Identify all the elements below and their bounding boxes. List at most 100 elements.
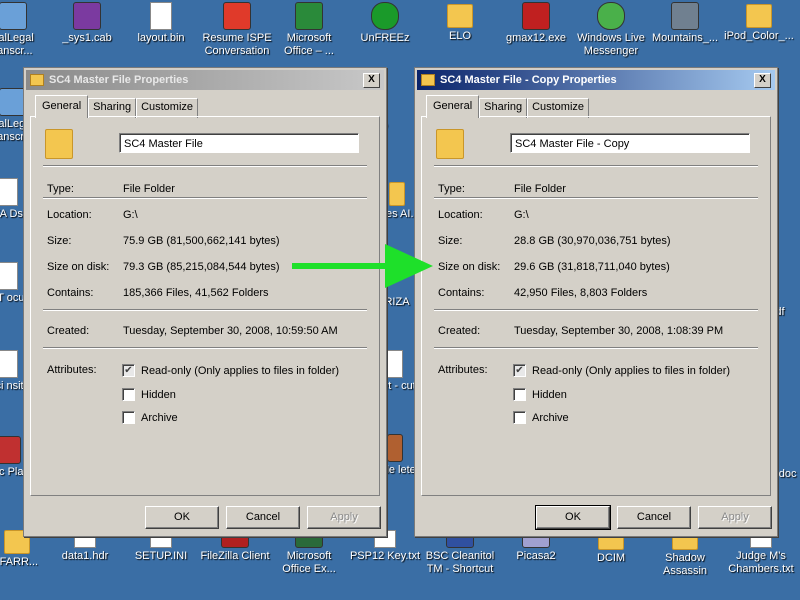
attributes-label: Attributes: (438, 364, 488, 376)
tab-customize[interactable]: Customize (136, 98, 199, 118)
dialog-title: SC4 Master File - Copy Properties (440, 74, 617, 86)
dialog-title: SC4 Master File Properties (49, 74, 189, 86)
cancel-button[interactable]: Cancel (617, 506, 691, 529)
apply-button[interactable]: Apply (307, 506, 381, 529)
desktop-icon[interactable]: Microsoft Office – ... (272, 2, 346, 58)
desktop-icon-label: gmax12.exe (506, 32, 566, 44)
desktop-icon-label: Shadow Assassin (662, 552, 708, 577)
type-label: Type: (438, 183, 465, 195)
readonly-checkbox[interactable]: ✔ (122, 364, 135, 377)
recorder-icon (0, 436, 21, 464)
desktop-icon[interactable]: Shadow Assassin (648, 530, 722, 578)
resume-icon (223, 2, 251, 30)
desktop-icon-label: PSP12 Key.txt (349, 550, 421, 562)
properties-dialog-original[interactable]: SC4 Master File Properties X General Sha… (23, 67, 387, 537)
folder-icon (389, 182, 405, 206)
separator (43, 309, 367, 311)
desktop-icon-label: Microsoft Office – ... (284, 32, 334, 57)
size-on-disk-label: Size on disk: (438, 261, 501, 273)
folder-icon (746, 4, 772, 28)
desktop-icon[interactable]: UnFREEz (348, 2, 422, 45)
location-label: Location: (47, 209, 92, 221)
hidden-label: Hidden (532, 389, 567, 401)
folder-name-input[interactable]: SC4 Master File - Copy (510, 133, 750, 153)
separator (43, 197, 367, 199)
desktop-icon[interactable]: ELO (423, 2, 497, 43)
desktop-icon-label: _sys1.cab (62, 32, 112, 44)
desktop-icon-label: DCIM (596, 552, 626, 564)
desktop-icon-label: ELO (448, 30, 471, 42)
app-icon (387, 434, 403, 462)
desktop-icon[interactable]: Mountains_... (648, 2, 722, 45)
desktop-icon-label: SETUP.INI (134, 550, 188, 562)
readonly-checkbox[interactable]: ✔ (513, 364, 526, 377)
desktop-icon-label: -FARR... (0, 556, 39, 568)
file-icon (0, 178, 18, 206)
gmax-icon (522, 2, 550, 30)
folder-icon (45, 129, 73, 159)
desktop-icon[interactable]: layout.bin (124, 2, 198, 45)
desktop-icon-label: Judge M's Chambers.txt (728, 550, 794, 575)
close-button[interactable]: X (363, 72, 380, 88)
desktop-icon-label: Windows Live Messenger (577, 32, 645, 57)
title-bar[interactable]: SC4 Master File - Copy Properties X (417, 70, 775, 90)
archive-label: Archive (141, 412, 178, 424)
contains-value: 185,366 Files, 41,562 Folders (123, 287, 269, 299)
contains-label: Contains: (438, 287, 485, 299)
file-icon (150, 2, 172, 30)
messenger-icon (597, 2, 625, 30)
annotation-arrow-shaft (292, 263, 398, 269)
desktop-icon[interactable]: _sys1.cab (50, 2, 124, 45)
desktop-icon-label: data1.hdr (61, 550, 109, 562)
unfreez-icon (371, 2, 399, 30)
folder-icon (447, 4, 473, 28)
separator (434, 347, 758, 349)
location-value: G:\ (514, 209, 529, 221)
ok-button[interactable]: OK (535, 505, 611, 530)
tab-sharing[interactable]: Sharing (479, 98, 528, 118)
desktop-icon-label: Picasa2 (516, 550, 556, 562)
desktop-icon[interactable]: Windows Live Messenger (574, 2, 648, 58)
location-value: G:\ (123, 209, 138, 221)
separator (43, 165, 367, 167)
created-label: Created: (47, 325, 90, 337)
app-icon (0, 2, 27, 30)
folder-name-input[interactable]: SC4 Master File (119, 133, 359, 153)
type-label: Type: (47, 183, 74, 195)
desktop-icon[interactable]: Resume ISPE Conversation (200, 2, 274, 58)
desktop-icon-label: iPod_Color_... (724, 30, 794, 42)
desktop-icon-label: ealLegal ranscr... (0, 32, 34, 57)
file-icon (0, 262, 18, 290)
tab-customize[interactable]: Customize (527, 98, 590, 118)
tab-general[interactable]: General (35, 95, 89, 118)
hidden-checkbox[interactable] (122, 388, 135, 401)
desktop-icon[interactable]: iPod_Color_... (722, 2, 796, 43)
general-panel: SC4 Master File Type: File Folder Locati… (30, 116, 380, 496)
desktop-icon[interactable]: gmax12.exe (499, 2, 573, 45)
size-label: Size: (438, 235, 463, 247)
archive-checkbox[interactable] (122, 411, 135, 424)
hidden-checkbox[interactable] (513, 388, 526, 401)
ok-button[interactable]: OK (145, 506, 219, 529)
cancel-button[interactable]: Cancel (226, 506, 300, 529)
title-bar[interactable]: SC4 Master File Properties X (26, 70, 384, 90)
location-label: Location: (438, 209, 483, 221)
type-value: File Folder (514, 183, 566, 195)
size-on-disk-value: 29.6 GB (31,818,711,040 bytes) (514, 261, 670, 273)
close-button[interactable]: X (754, 72, 771, 88)
size-value: 28.8 GB (30,970,036,751 bytes) (514, 235, 671, 247)
image-icon (671, 2, 699, 30)
separator (43, 347, 367, 349)
hidden-label: Hidden (141, 389, 176, 401)
separator (434, 165, 758, 167)
desktop-icon[interactable]: ealLegal ranscr... (0, 2, 50, 58)
tab-general[interactable]: General (426, 95, 480, 118)
tab-sharing[interactable]: Sharing (88, 98, 137, 118)
desktop-icon-label: Mountains_... (651, 32, 719, 44)
properties-dialog-copy[interactable]: SC4 Master File - Copy Properties X Gene… (414, 67, 778, 537)
attributes-label: Attributes: (47, 364, 97, 376)
archive-label: Archive (532, 412, 569, 424)
apply-button[interactable]: Apply (698, 506, 772, 529)
folder-icon (30, 74, 44, 86)
archive-checkbox[interactable] (513, 411, 526, 424)
